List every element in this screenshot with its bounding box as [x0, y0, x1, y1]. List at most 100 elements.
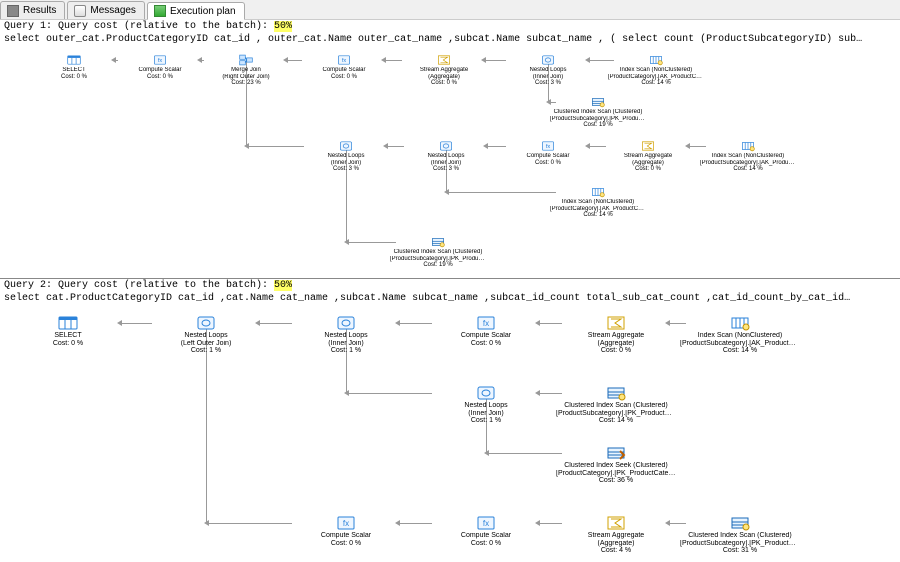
operator-label: Stream Aggregate [600, 153, 696, 160]
operator-label: Index Scan (NonClustered) [550, 199, 646, 206]
operator-label: Stream Aggregate [556, 332, 676, 340]
grid-icon [7, 5, 19, 17]
operator-label: Clustered Index Scan (Clustered) [556, 402, 676, 410]
operator-detail: [ProductCategory].[AK_ProductCatego… [608, 74, 704, 81]
operator-label: Compute Scalar [112, 67, 208, 74]
plan-operator-select[interactable]: SELECT Cost: 0 % [26, 54, 122, 80]
operator-cost: Cost: 0 % [286, 540, 406, 548]
tab-execution-plan[interactable]: Execution plan [147, 2, 245, 20]
tab-messages[interactable]: Messages [67, 1, 145, 19]
agg-icon [556, 315, 676, 331]
plan-operator-cixseek[interactable]: Clustered Index Seek (Clustered) [Produc… [556, 445, 676, 485]
operator-detail: [ProductCategory].[AK_ProductCatego… [550, 206, 646, 213]
operator-cost: Cost: 0 % [600, 166, 696, 173]
operator-cost: Cost: 0 % [112, 74, 208, 81]
operator-label: Clustered Index Scan (Clustered) [390, 249, 486, 256]
plan-operator-scalar[interactable]: fx Compute Scalar Cost: 0 % [112, 54, 208, 80]
loops-icon [146, 315, 266, 331]
plan-operator-loops[interactable]: Nested Loops (Left Outer Join) Cost: 1 % [146, 315, 266, 355]
plan-operator-loops[interactable]: Nested Loops (Inner Join) Cost: 3 % [500, 54, 596, 87]
operator-cost: Cost: 3 % [500, 80, 596, 87]
plan-operator-merge[interactable]: Merge Join (Right Outer Join) Cost: 23 % [198, 54, 294, 87]
operator-label: Nested Loops [500, 67, 596, 74]
plan-operator-agg[interactable]: Stream Aggregate (Aggregate) Cost: 0 % [600, 140, 696, 173]
operator-label: Merge Join [198, 67, 294, 74]
query-cost-pct: 50% [274, 21, 292, 32]
operator-detail: (Aggregate) [600, 160, 696, 167]
query-cost-header: Query 2: Query cost (relative to the bat… [0, 279, 900, 292]
tab-results[interactable]: Results [0, 1, 65, 19]
plan-operator-cixscan[interactable]: Clustered Index Scan (Clustered) [Produc… [556, 385, 676, 425]
operator-label: Nested Loops [426, 402, 546, 410]
operator-label: Nested Loops [298, 153, 394, 160]
operator-label: Nested Loops [286, 332, 406, 340]
plan-icon [154, 5, 166, 17]
ixscan-icon [608, 54, 704, 66]
agg-icon [600, 140, 696, 152]
query-cost-prefix: Query 2: Query cost (relative to the bat… [4, 280, 274, 291]
operator-cost: Cost: 19 % [390, 262, 486, 269]
svg-text:fx: fx [343, 519, 349, 528]
plan-operator-ixscan[interactable]: Index Scan (NonClustered) [ProductSubcat… [680, 315, 800, 355]
plan-operator-ixscan[interactable]: Index Scan (NonClustered) [ProductSubcat… [700, 140, 796, 173]
operator-cost: Cost: 31 % [680, 547, 800, 555]
loops-icon [398, 140, 494, 152]
plan-operator-agg[interactable]: Stream Aggregate (Aggregate) Cost: 4 % [556, 515, 676, 555]
plan-operator-select[interactable]: SELECT Cost: 0 % [8, 315, 128, 347]
operator-label: SELECT [8, 332, 128, 340]
plan-operator-scalar[interactable]: fx Compute Scalar Cost: 0 % [286, 515, 406, 547]
scalar-icon: fx [426, 515, 546, 531]
result-tabs: Results Messages Execution plan [0, 0, 900, 20]
plan-operator-loops[interactable]: Nested Loops (Inner Join) Cost: 1 % [286, 315, 406, 355]
operator-label: Clustered Index Seek (Clustered) [556, 462, 676, 470]
operator-label: Stream Aggregate [556, 532, 676, 540]
operator-label: SELECT [26, 67, 122, 74]
svg-text:fx: fx [158, 58, 163, 64]
plan-operator-cixscan[interactable]: Clustered Index Scan (Clustered) [Produc… [390, 236, 486, 269]
operator-label: Compute Scalar [426, 532, 546, 540]
plan-edge [446, 192, 556, 193]
tab-label: Results [23, 5, 56, 16]
plan-operator-agg[interactable]: Stream Aggregate (Aggregate) Cost: 0 % [556, 315, 676, 355]
operator-label: Index Scan (NonClustered) [680, 332, 800, 340]
operator-detail: (Inner Join) [500, 74, 596, 81]
ixscan-icon [550, 186, 646, 198]
plan-operator-loops[interactable]: Nested Loops (Inner Join) Cost: 3 % [298, 140, 394, 173]
operator-detail: [ProductSubcategory].[PK_ProductSub… [680, 540, 800, 548]
operator-detail: (Inner Join) [298, 160, 394, 167]
plan-operator-loops[interactable]: Nested Loops (Inner Join) Cost: 1 % [426, 385, 546, 425]
operator-cost: Cost: 3 % [298, 166, 394, 173]
operator-detail: (Inner Join) [286, 340, 406, 348]
select-icon [8, 315, 128, 331]
plan-operator-scalar[interactable]: fx Compute Scalar Cost: 0 % [426, 515, 546, 547]
operator-label: Nested Loops [146, 332, 266, 340]
scalar-icon: fx [112, 54, 208, 66]
plan-operator-scalar[interactable]: fx Compute Scalar Cost: 0 % [426, 315, 546, 347]
execution-plan-pane[interactable]: Query 1: Query cost (relative to the bat… [0, 20, 900, 562]
operator-cost: Cost: 0 % [500, 160, 596, 167]
plan-operator-loops[interactable]: Nested Loops (Inner Join) Cost: 3 % [398, 140, 494, 173]
operator-detail: [ProductSubcategory].[PK_ProductSub… [390, 256, 486, 263]
arrow-icon [204, 520, 209, 526]
plan-operator-cixscan[interactable]: Clustered Index Scan (Clustered) [Produc… [680, 515, 800, 555]
plan-canvas[interactable]: SELECT Cost: 0 %fx Compute Scalar Cost: … [0, 46, 900, 278]
loops-icon [298, 140, 394, 152]
plan-operator-agg[interactable]: Stream Aggregate (Aggregate) Cost: 0 % [396, 54, 492, 87]
operator-cost: Cost: 14 % [556, 417, 676, 425]
operator-label: Clustered Index Scan (Clustered) [680, 532, 800, 540]
plan-operator-ixscan[interactable]: Index Scan (NonClustered) [ProductCatego… [608, 54, 704, 87]
query-cost-header: Query 1: Query cost (relative to the bat… [0, 20, 900, 33]
plan-operator-cixscan[interactable]: Clustered Index Scan (Clustered) [Produc… [550, 96, 646, 129]
plan-operator-scalar[interactable]: fx Compute Scalar Cost: 0 % [500, 140, 596, 166]
query-cost-pct: 50% [274, 280, 292, 291]
operator-label: Stream Aggregate [396, 67, 492, 74]
query-sql-text: select outer_cat.ProductCategoryID cat_i… [0, 33, 900, 46]
operator-label: Compute Scalar [286, 532, 406, 540]
operator-detail: [ProductSubcategory].[AK_ProductSub… [680, 340, 800, 348]
plan-canvas[interactable]: SELECT Cost: 0 % Nested Loops (Left Oute… [0, 305, 900, 562]
scalar-icon: fx [286, 515, 406, 531]
operator-detail: [ProductSubcategory].[PK_ProductSub… [550, 116, 646, 123]
operator-cost: Cost: 14 % [700, 166, 796, 173]
plan-operator-ixscan[interactable]: Index Scan (NonClustered) [ProductCatego… [550, 186, 646, 219]
plan-operator-scalar[interactable]: fx Compute Scalar Cost: 0 % [296, 54, 392, 80]
